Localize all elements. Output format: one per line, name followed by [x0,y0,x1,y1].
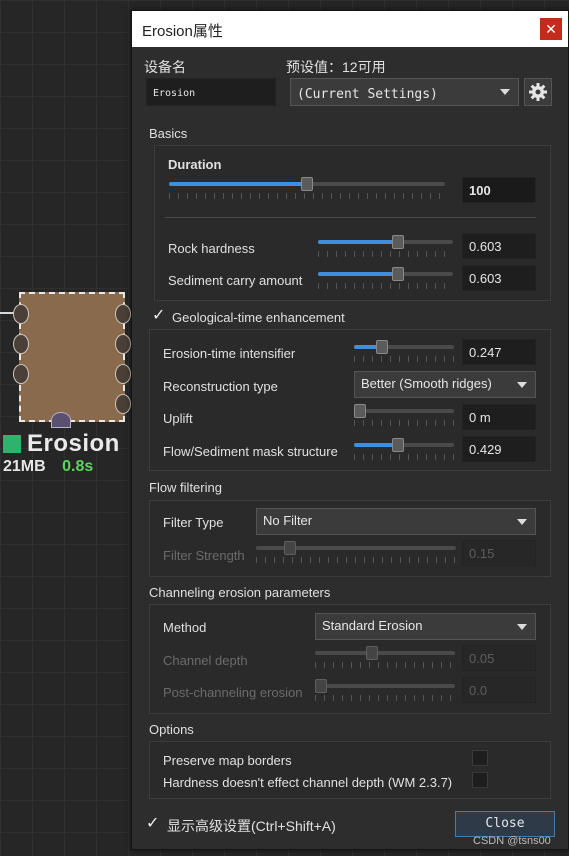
node-input-port[interactable] [13,364,29,384]
preserve-borders-label: Preserve map borders [163,753,292,768]
rock-hardness-label: Rock hardness [168,241,255,256]
slider-handle[interactable] [354,404,366,418]
chevron-down-icon [500,89,510,95]
advanced-label[interactable]: 显示高级设置(Ctrl+Shift+A) [167,816,336,836]
geo-checkbox[interactable]: ✓ [152,308,166,324]
slider-handle[interactable] [366,646,379,660]
flow-mask-input[interactable]: 0.429 [462,436,536,462]
uplift-input[interactable]: 0 m [462,404,536,430]
node-memory: 21MB [3,458,46,475]
chevron-down-icon [517,519,527,525]
filter-type-label: Filter Type [163,515,224,530]
advanced-checkbox[interactable]: ✓ [146,816,160,832]
node-output-port[interactable] [115,334,131,354]
channel-depth-input[interactable]: 0.05 [462,645,536,671]
uplift-label: Uplift [163,411,193,426]
filter-type-select-value: No Filter [263,513,313,528]
erosion-properties-dialog: Erosion属性 ✕ 设备名 预设值：12可用 Erosion (Curren… [131,10,569,850]
gear-icon [529,83,547,101]
uplift-slider[interactable] [354,404,454,426]
slider-handle[interactable] [284,541,297,555]
channeling-group: Method Standard Erosion Channel depth 0.… [149,604,551,714]
duration-slider[interactable] [169,177,445,199]
basics-group: Duration 100 Rock hardness 0.603 Sedimen… [154,145,551,301]
geo-checkbox-label[interactable]: Geological-time enhancement [172,310,345,325]
slider-handle[interactable] [391,438,404,452]
rock-hardness-slider[interactable] [318,235,453,257]
post-channeling-label: Post-channeling erosion [163,685,303,700]
slider-handle[interactable] [392,235,405,249]
close-icon[interactable]: ✕ [540,18,562,40]
flow-mask-label: Flow/Sediment mask structure [163,444,338,459]
method-select[interactable]: Standard Erosion [315,613,536,640]
filter-strength-slider[interactable] [256,541,456,563]
preset-select[interactable]: (Current Settings) [290,78,519,106]
options-header: Options [149,722,194,737]
node-mask-port[interactable] [51,412,71,428]
preset-settings-button[interactable] [524,78,552,106]
node-input-port[interactable] [13,304,29,324]
geo-group: Erosion-time intensifier 0.247 Reconstru… [149,329,551,471]
options-group: Preserve map borders Hardness doesn't ef… [149,741,551,799]
filter-strength-label: Filter Strength [163,548,245,563]
node-output-port[interactable] [115,394,131,414]
chevron-down-icon [517,624,527,630]
device-name-input[interactable]: Erosion [146,78,276,106]
device-name-label: 设备名 [144,59,186,75]
intensifier-label: Erosion-time intensifier [163,346,296,361]
node-name: Erosion [27,430,120,457]
flow-filtering-group: Filter Type No Filter Filter Strength 0.… [149,500,551,577]
filter-strength-input[interactable]: 0.15 [462,540,536,566]
preserve-borders-checkbox[interactable] [472,750,488,766]
reconstruction-select-value: Better (Smooth ridges) [361,376,492,391]
node-color-swatch [3,435,21,453]
reconstruction-label: Reconstruction type [163,379,278,394]
chevron-down-icon [517,382,527,388]
node-time: 0.8s [62,458,94,475]
sediment-carry-label: Sediment carry amount [168,273,303,288]
reconstruction-select[interactable]: Better (Smooth ridges) [354,371,536,398]
method-select-value: Standard Erosion [322,618,423,633]
node-input-port[interactable] [13,334,29,354]
post-channeling-input[interactable]: 0.0 [462,677,536,703]
duration-value-input[interactable]: 100 [462,177,536,203]
intensifier-slider[interactable] [354,340,454,362]
post-channeling-slider[interactable] [315,679,455,701]
flow-filtering-header: Flow filtering [149,480,222,495]
divider [165,217,536,218]
dialog-title: Erosion属性 [142,23,223,40]
duration-label: Duration [168,157,222,172]
hardness-channel-checkbox[interactable] [472,772,488,788]
rock-hardness-input[interactable]: 0.603 [462,233,536,259]
slider-handle[interactable] [392,267,405,281]
hardness-channel-label: Hardness doesn't effect channel depth (W… [163,775,453,790]
node-output-port[interactable] [115,304,131,324]
sediment-carry-slider[interactable] [318,267,453,289]
method-label: Method [163,620,207,635]
channel-depth-label: Channel depth [163,653,248,668]
preset-select-value: (Current Settings) [297,87,438,102]
intensifier-input[interactable]: 0.247 [462,339,536,365]
flow-mask-slider[interactable] [354,438,454,460]
node-title: Erosion [3,430,120,458]
slider-handle[interactable] [315,679,327,693]
watermark: CSDN @tsns00 [473,835,551,847]
erosion-node[interactable] [13,292,131,428]
slider-handle[interactable] [301,177,313,191]
dialog-titlebar[interactable]: Erosion属性 ✕ [132,11,568,47]
channel-depth-slider[interactable] [315,646,455,668]
sediment-carry-input[interactable]: 0.603 [462,265,536,291]
close-button[interactable]: Close [455,811,555,837]
basics-header: Basics [149,126,188,141]
channeling-header: Channeling erosion parameters [149,585,331,600]
filter-type-select[interactable]: No Filter [256,508,536,535]
node-output-port[interactable] [115,364,131,384]
slider-handle[interactable] [375,340,388,354]
node-stats: 21MB 0.8s [3,458,93,476]
preset-label: 预设值：12可用 [286,59,386,75]
